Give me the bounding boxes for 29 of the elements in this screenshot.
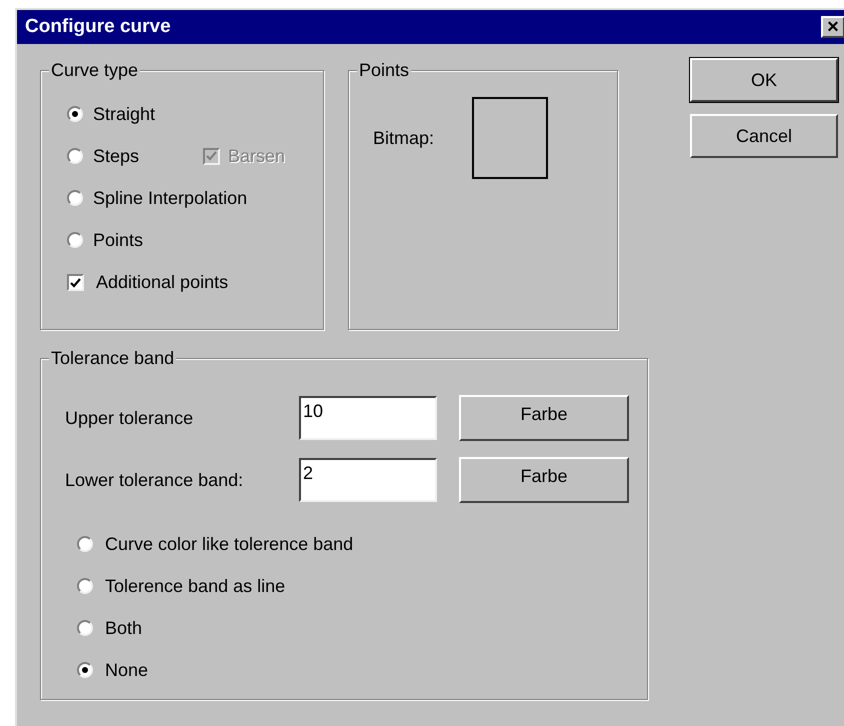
radio-button[interactable]	[67, 106, 83, 122]
bitmap-label: Bitmap:	[373, 126, 434, 150]
radio-label[interactable]: Steps	[93, 142, 187, 170]
radio-button[interactable]	[77, 662, 93, 678]
radio-label[interactable]: Points	[93, 226, 187, 254]
checkbox[interactable]	[67, 274, 84, 291]
radio-label[interactable]: Curve color like tolerence band	[105, 530, 354, 558]
tolerance-input[interactable]: 2	[299, 458, 437, 502]
radio-label[interactable]: Tolerence band as line	[105, 572, 286, 600]
radio-button[interactable]	[67, 190, 83, 206]
radio-label[interactable]: Both	[105, 614, 142, 642]
radio-label[interactable]: Straight	[93, 100, 187, 128]
checkbox-label[interactable]: Additional points	[96, 269, 228, 296]
radio-button[interactable]	[77, 578, 93, 594]
dialog-button[interactable]: OK	[690, 58, 838, 102]
window-title: Configure curve	[25, 14, 171, 39]
radio-label[interactable]: None	[105, 656, 148, 684]
radio-label[interactable]: Spline Interpolation	[93, 184, 248, 212]
radio-button[interactable]	[67, 232, 83, 248]
radio-button[interactable]	[77, 620, 93, 636]
dialog-button[interactable]: Farbe	[459, 457, 629, 503]
field-label: Upper tolerance	[65, 406, 194, 430]
close-button[interactable]: ×	[821, 16, 844, 38]
radio-button[interactable]	[77, 536, 93, 552]
dialog-button[interactable]: Cancel	[690, 114, 838, 158]
radio-button[interactable]	[67, 148, 83, 164]
field-label: Lower tolerance band:	[65, 468, 244, 492]
dialog-button[interactable]: Farbe	[459, 395, 629, 441]
tolerance-input[interactable]: 10	[299, 396, 437, 440]
